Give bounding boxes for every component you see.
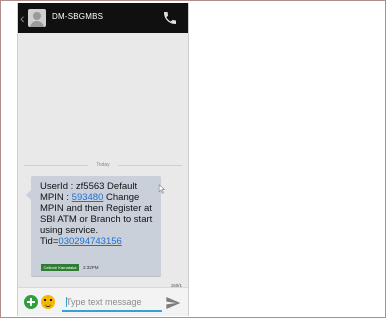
conversation-title: DM-SBGMBS	[52, 12, 104, 21]
screenshot-frame: ‹ DM-SBGMBS Today UserId : zf5563 Defaul…	[0, 0, 386, 318]
phone-screen: ‹ DM-SBGMBS Today UserId : zf5563 Defaul…	[17, 3, 189, 316]
mouse-cursor-icon	[158, 184, 166, 194]
tid-link[interactable]: 030294743156	[58, 236, 121, 247]
message-input[interactable]	[62, 294, 162, 312]
bubble-tail	[26, 190, 31, 200]
back-chevron-icon: ‹	[20, 10, 25, 26]
date-label: Today	[96, 162, 110, 168]
divider	[24, 165, 88, 166]
compose-bar	[18, 287, 188, 316]
divider	[118, 165, 182, 166]
text-cursor	[66, 297, 67, 307]
phone-call-icon[interactable]	[161, 10, 179, 26]
message-text: UserId : zf5563 Default MPIN : 593480 Ch…	[40, 181, 160, 247]
emoji-icon[interactable]	[41, 295, 55, 309]
date-separator: Today	[24, 159, 182, 173]
message-bubble[interactable]: UserId : zf5563 Default MPIN : 593480 Ch…	[26, 176, 166, 276]
add-attachment-icon[interactable]	[24, 295, 38, 309]
send-icon[interactable]	[165, 295, 181, 311]
back-button[interactable]: ‹	[20, 8, 48, 28]
contact-avatar-icon	[28, 9, 46, 27]
action-bar: ‹ DM-SBGMBS	[18, 3, 188, 33]
mpin-link[interactable]: 593480	[72, 192, 104, 203]
message-timestamp: 2:32PM	[83, 265, 99, 270]
carrier-badge: Cellone Karnataka	[41, 264, 79, 271]
message-thread[interactable]: Today UserId : zf5563 Default MPIN : 593…	[18, 33, 188, 288]
